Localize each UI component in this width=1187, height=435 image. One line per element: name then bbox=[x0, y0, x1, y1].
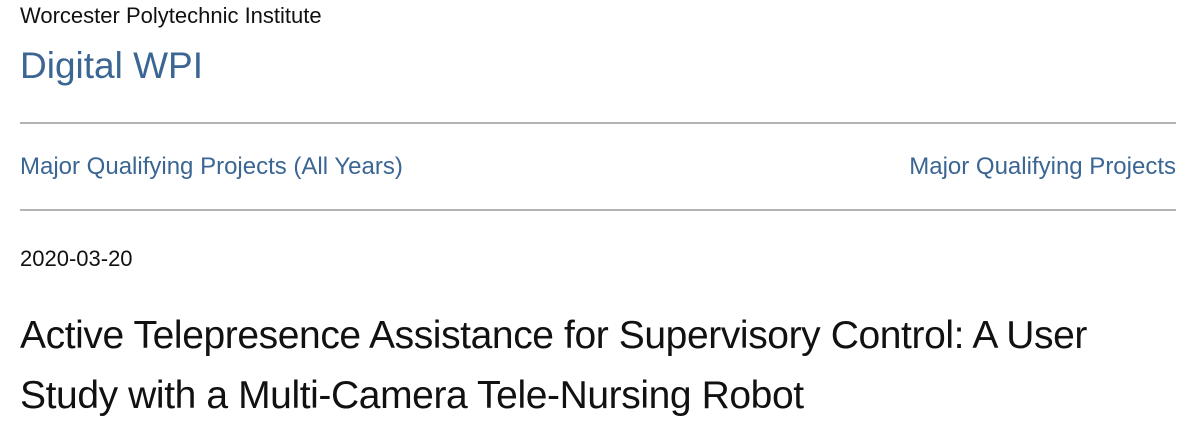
institution-name: Worcester Polytechnic Institute bbox=[20, 3, 322, 28]
breadcrumb-link-mqp[interactable]: Major Qualifying Projects bbox=[909, 151, 1176, 183]
publication-date: 2020-03-20 bbox=[20, 246, 133, 271]
header-divider bbox=[20, 122, 1176, 124]
breadcrumb-divider bbox=[20, 209, 1176, 211]
page-title: Active Telepresence Assistance for Super… bbox=[20, 314, 1087, 417]
breadcrumb: Major Qualifying Projects (All Years) Ma… bbox=[20, 151, 1176, 183]
breadcrumb-link-all-years[interactable]: Major Qualifying Projects (All Years) bbox=[20, 151, 403, 183]
site-title-link[interactable]: Digital WPI bbox=[20, 44, 203, 88]
